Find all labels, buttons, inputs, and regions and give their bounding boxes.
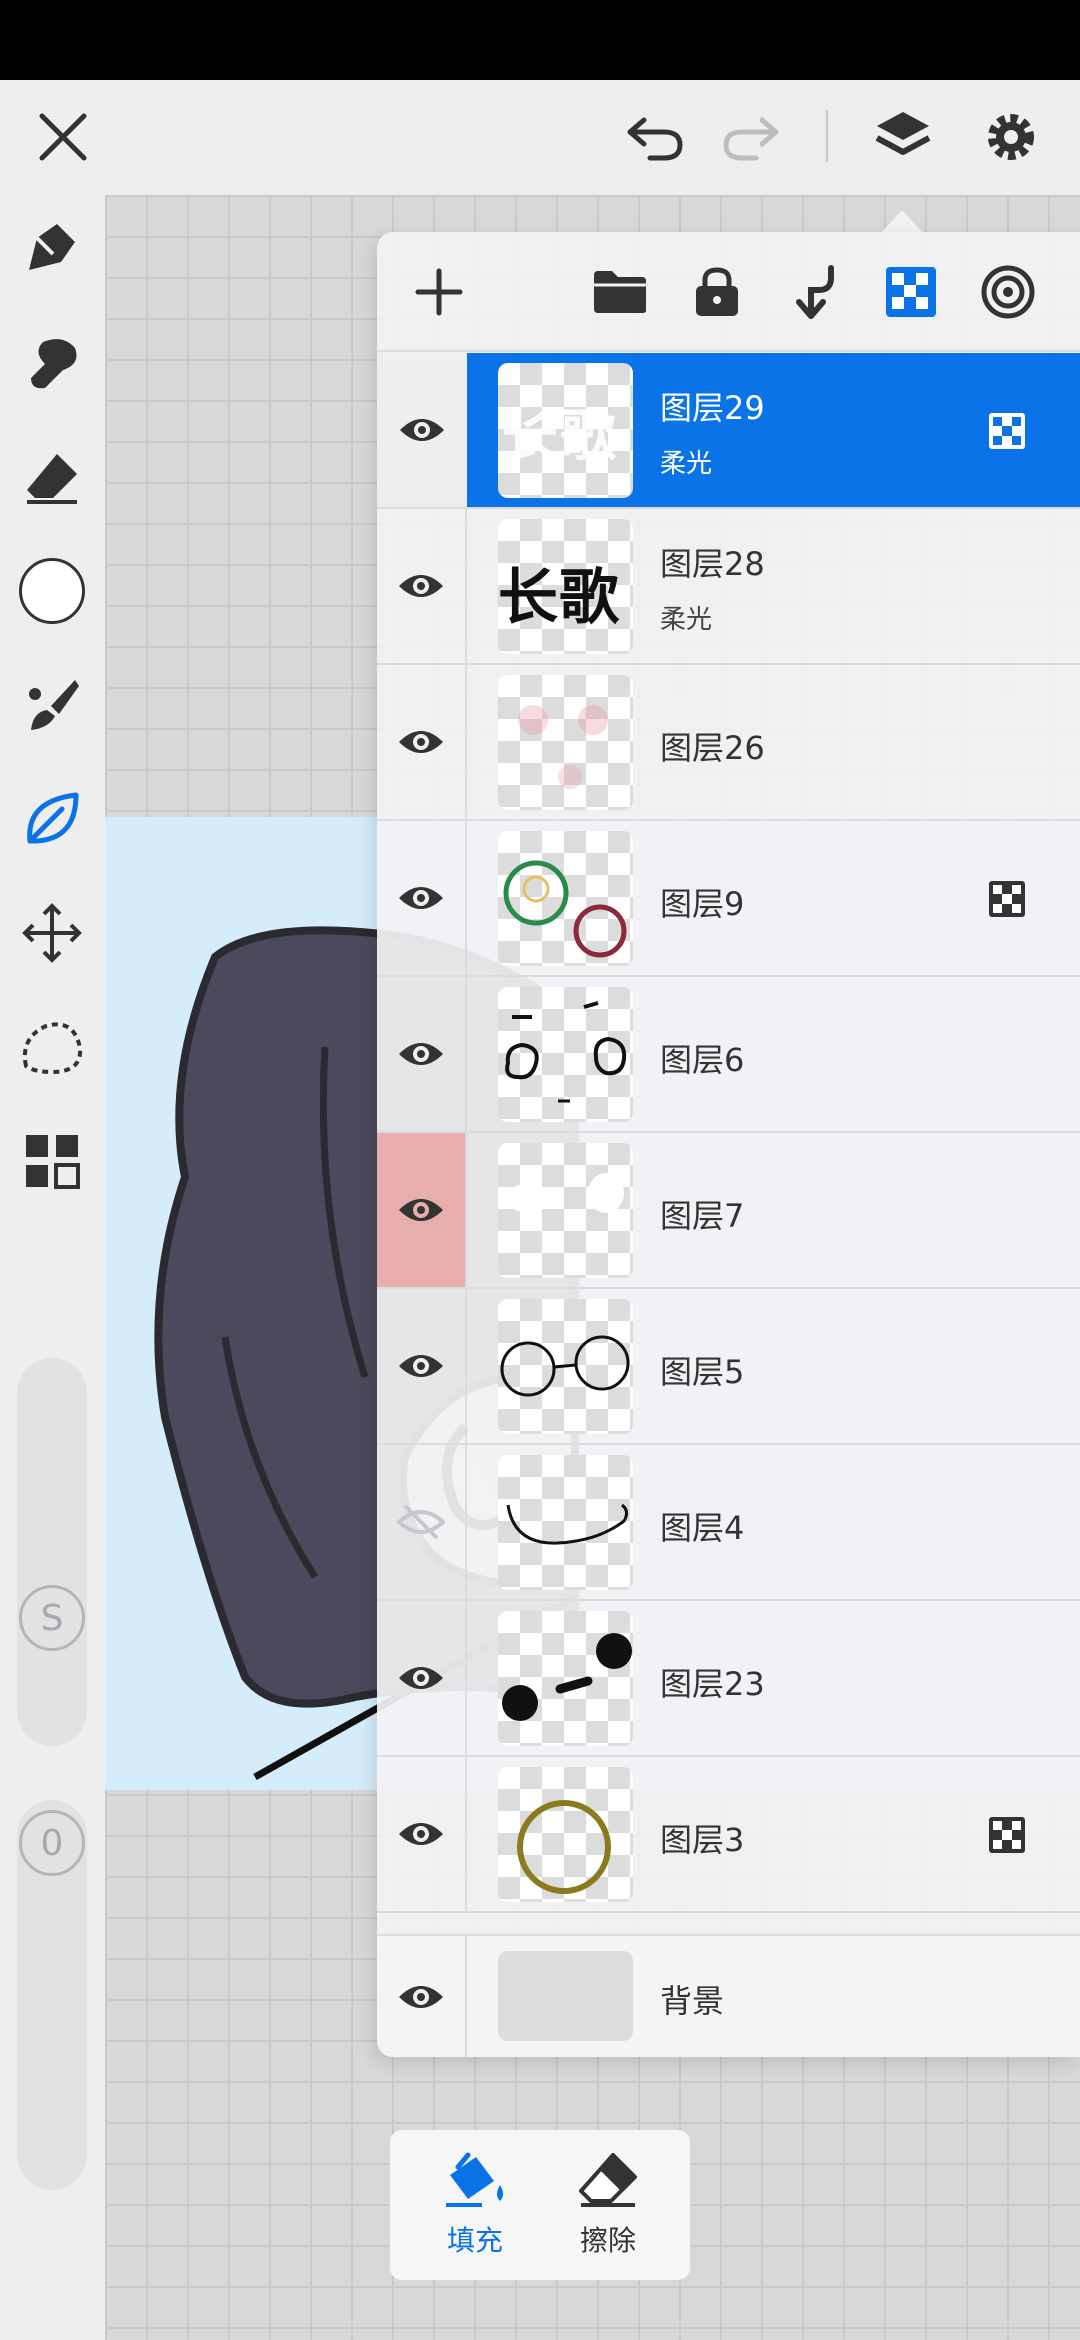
pen-icon[interactable] bbox=[12, 207, 92, 287]
thumb-text: 长歌 bbox=[498, 563, 620, 633]
layer-row[interactable]: 图层3 bbox=[377, 1757, 1080, 1913]
layer-row[interactable]: 图层7 bbox=[377, 1133, 1080, 1289]
background-thumbnail bbox=[498, 1951, 633, 2041]
eye-icon[interactable] bbox=[377, 1757, 467, 1911]
size-badge: S bbox=[19, 1585, 85, 1651]
layer-name: 图层4 bbox=[660, 1509, 745, 1547]
brush-icon[interactable] bbox=[12, 665, 92, 745]
layer-name: 图层5 bbox=[660, 1353, 745, 1391]
target-icon[interactable] bbox=[970, 254, 1046, 330]
leaf-icon[interactable] bbox=[12, 779, 92, 859]
merge-down-icon[interactable] bbox=[776, 254, 852, 330]
layer-name: 图层23 bbox=[660, 1665, 765, 1703]
layers-panel: 长歌 图层29 柔光 长歌 图层28 柔光 图层26 图层9 图层6 图层7 图… bbox=[377, 232, 1080, 2057]
eye-icon[interactable] bbox=[377, 509, 467, 663]
eraser-icon bbox=[579, 2153, 637, 2207]
eraser-icon[interactable] bbox=[12, 437, 92, 517]
clipping-badge-icon bbox=[987, 411, 1027, 451]
layer-thumbnail bbox=[498, 1767, 633, 1902]
layer-name: 图层9 bbox=[660, 885, 745, 923]
app: S 0 长歌 图层29 柔光 长歌 图层28 柔光 图层26 图层9 图层6 图… bbox=[0, 80, 1080, 2340]
layer-name: 图层26 bbox=[660, 729, 765, 767]
layer-row[interactable]: 图层6 bbox=[377, 977, 1080, 1133]
fill-label: 填充 bbox=[446, 2224, 503, 2257]
layers-panel-toolbar bbox=[377, 232, 1080, 352]
layer-row[interactable]: 图层5 bbox=[377, 1289, 1080, 1445]
layer-row[interactable]: 长歌 图层28 柔光 bbox=[377, 509, 1080, 665]
erase-label: 擦除 bbox=[579, 2224, 636, 2257]
add-layer-icon[interactable] bbox=[401, 254, 477, 330]
eye-icon[interactable] bbox=[377, 1936, 467, 2057]
layer-thumbnail: 长歌 bbox=[498, 519, 633, 654]
smudge-icon[interactable] bbox=[12, 323, 92, 403]
color-circle-icon[interactable] bbox=[12, 551, 92, 631]
layer-thumbnail: 长歌 bbox=[498, 363, 633, 498]
close-icon[interactable] bbox=[18, 92, 108, 182]
grid-icon[interactable] bbox=[12, 1121, 92, 1201]
redo-icon[interactable] bbox=[706, 92, 796, 182]
top-toolbar bbox=[0, 80, 1080, 195]
eye-hidden-icon[interactable] bbox=[377, 1445, 467, 1599]
layer-thumbnail bbox=[498, 675, 633, 810]
layer-row[interactable]: 图层26 bbox=[377, 665, 1080, 821]
settings-icon[interactable] bbox=[966, 92, 1056, 182]
folder-icon[interactable] bbox=[582, 254, 658, 330]
layer-list: 长歌 图层29 柔光 长歌 图层28 柔光 图层26 图层9 图层6 图层7 图… bbox=[377, 353, 1080, 1973]
opacity-badge: 0 bbox=[19, 1810, 85, 1876]
background-layer-row[interactable]: 背景 bbox=[377, 1934, 1080, 2057]
lock-icon[interactable] bbox=[679, 254, 755, 330]
panel-caret bbox=[880, 210, 924, 234]
eye-icon[interactable] bbox=[377, 1133, 467, 1287]
lasso-icon[interactable] bbox=[12, 1007, 92, 1087]
bottom-tool-panel: 填充 擦除 bbox=[390, 2130, 690, 2280]
layer-row[interactable]: 图层9 bbox=[377, 821, 1080, 977]
thumb-text: 长歌 bbox=[502, 404, 618, 469]
clipping-badge-icon bbox=[987, 879, 1027, 919]
background-layer-name: 背景 bbox=[660, 1982, 725, 2020]
layer-thumbnail bbox=[498, 1611, 633, 1746]
eye-icon[interactable] bbox=[377, 1601, 467, 1755]
fill-bucket-icon bbox=[446, 2152, 503, 2207]
layer-name: 图层6 bbox=[660, 1041, 745, 1079]
layer-row[interactable]: 图层23 bbox=[377, 1601, 1080, 1757]
eye-icon[interactable] bbox=[377, 665, 467, 819]
erase-button[interactable]: 擦除 bbox=[548, 2145, 668, 2265]
brush-size-slider[interactable] bbox=[17, 1358, 87, 1746]
fill-button[interactable]: 填充 bbox=[415, 2145, 535, 2265]
eye-icon[interactable] bbox=[377, 1289, 467, 1443]
layer-row[interactable]: 长歌 图层29 柔光 bbox=[377, 353, 1080, 509]
toolbar-divider bbox=[826, 110, 828, 162]
eye-icon[interactable] bbox=[377, 977, 467, 1131]
layer-blend-mode: 柔光 bbox=[660, 449, 713, 479]
layer-thumbnail bbox=[498, 987, 633, 1122]
layer-thumbnail bbox=[498, 1299, 633, 1434]
layer-name: 图层29 bbox=[660, 389, 765, 427]
layer-row[interactable]: 图层4 bbox=[377, 1445, 1080, 1601]
layer-thumbnail bbox=[498, 1455, 633, 1590]
layer-thumbnail bbox=[498, 831, 633, 966]
eye-icon[interactable] bbox=[377, 353, 467, 507]
layer-blend-mode: 柔光 bbox=[660, 605, 713, 635]
layer-thumbnail bbox=[498, 1143, 633, 1278]
left-tool-rail: S 0 bbox=[0, 195, 105, 2340]
clipping-badge-icon bbox=[987, 1815, 1027, 1855]
clipping-mask-icon[interactable] bbox=[873, 254, 949, 330]
status-bar bbox=[0, 0, 1080, 80]
undo-icon[interactable] bbox=[610, 92, 700, 182]
layer-name: 图层7 bbox=[660, 1197, 745, 1235]
layers-icon[interactable] bbox=[858, 92, 948, 182]
layer-name: 图层28 bbox=[660, 545, 765, 583]
move-icon[interactable] bbox=[12, 893, 92, 973]
eye-icon[interactable] bbox=[377, 821, 467, 975]
layer-name: 图层3 bbox=[660, 1821, 745, 1859]
